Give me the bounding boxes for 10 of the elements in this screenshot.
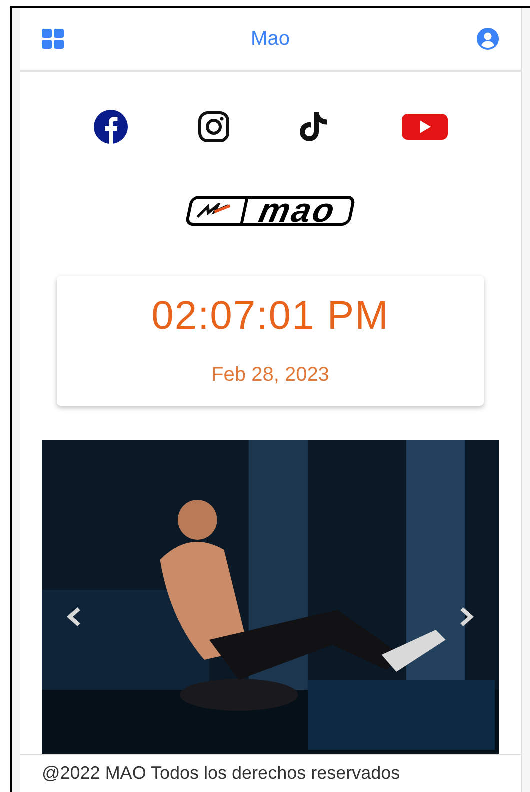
app-title: Mao xyxy=(251,27,290,52)
clock-date: Feb 28, 2023 xyxy=(212,363,330,388)
grid-menu-icon[interactable] xyxy=(42,29,64,49)
clock-time: 02:07:01 PM xyxy=(152,293,390,340)
instagram-icon[interactable] xyxy=(198,111,230,143)
facebook-icon[interactable] xyxy=(94,110,128,144)
user-account-icon[interactable] xyxy=(477,28,499,50)
copyright-text: @2022 MAO Todos los derechos reservados xyxy=(42,762,400,785)
brand-logo: mao xyxy=(184,196,356,226)
play-button-icon[interactable] xyxy=(402,114,448,140)
